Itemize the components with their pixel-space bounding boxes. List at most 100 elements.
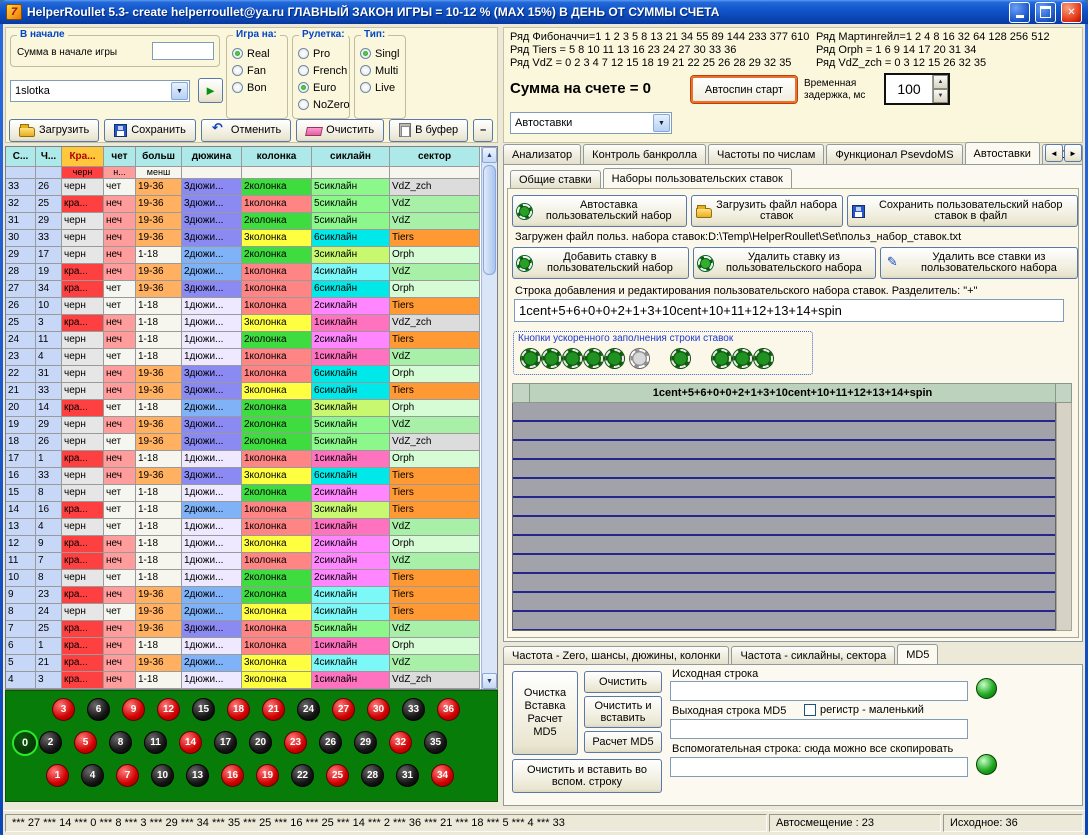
history-row[interactable]: 1929черннеч19-363дюжи...2колонка5сиклайн… bbox=[6, 417, 497, 434]
board-number-3[interactable]: 3 bbox=[52, 698, 75, 721]
clear-and-paste-button[interactable]: Очистить и вставить bbox=[584, 696, 662, 728]
list-row[interactable] bbox=[513, 555, 1055, 574]
history-row[interactable]: 2411черннеч1-181дюжи...2колонка2сиклайнT… bbox=[6, 332, 497, 349]
tab-Контроль банкролла[interactable]: Контроль банкролла bbox=[583, 144, 706, 164]
history-row[interactable]: 2819кра...неч19-362дюжи...1колонка4сикла… bbox=[6, 264, 497, 281]
board-number-22[interactable]: 22 bbox=[291, 764, 314, 787]
history-row[interactable]: 3129черннеч19-363дюжи...2колонка5сиклайн… bbox=[6, 213, 497, 230]
board-number-7[interactable]: 7 bbox=[116, 764, 139, 787]
history-row[interactable]: 158чернчет1-181дюжи...2колонка2сиклайнTi… bbox=[6, 485, 497, 502]
history-row[interactable]: 1416кра...чет1-182дюжи...1колонка3сиклай… bbox=[6, 502, 497, 519]
toolbar-button-undo[interactable]: Отменить bbox=[201, 119, 291, 142]
tab-Анализатор[interactable]: Анализатор bbox=[503, 144, 581, 164]
board-number-33[interactable]: 33 bbox=[402, 698, 425, 721]
history-row[interactable]: 3225кра...неч19-363дюжи...1колонка5сикла… bbox=[6, 196, 497, 213]
radio-option-live[interactable]: Live bbox=[355, 79, 405, 96]
toolbar-button-clipboard[interactable]: В буфер bbox=[389, 119, 468, 142]
history-row[interactable]: 117кра...неч1-181дюжи...1колонка2сиклайн… bbox=[6, 553, 497, 570]
button-open-folder[interactable]: Загрузить файл набора ставок bbox=[691, 195, 843, 227]
list-row[interactable] bbox=[513, 574, 1055, 593]
board-number-13[interactable]: 13 bbox=[186, 764, 209, 787]
collapse-button[interactable]: – bbox=[473, 119, 493, 142]
board-number-0[interactable]: 0 bbox=[12, 730, 38, 756]
board-number-25[interactable]: 25 bbox=[326, 764, 349, 787]
radio-option-euro[interactable]: Euro bbox=[293, 79, 349, 96]
list-row[interactable] bbox=[513, 441, 1055, 460]
radio-option-multi[interactable]: Multi bbox=[355, 62, 405, 79]
tab-scroll-right-button[interactable]: ► bbox=[1064, 144, 1082, 162]
green-orb-button[interactable] bbox=[976, 754, 997, 775]
table-scrollbar[interactable] bbox=[481, 147, 497, 689]
list-row[interactable] bbox=[513, 460, 1055, 479]
board-number-17[interactable]: 17 bbox=[214, 731, 237, 754]
list-row[interactable] bbox=[513, 422, 1055, 441]
board-number-21[interactable]: 21 bbox=[262, 698, 285, 721]
column-header-0[interactable]: С... bbox=[6, 147, 36, 167]
chevron-down-icon[interactable] bbox=[171, 82, 188, 100]
board-number-4[interactable]: 4 bbox=[81, 764, 104, 787]
autobets-combobox[interactable]: Автоставки bbox=[510, 112, 672, 134]
delay-input[interactable] bbox=[886, 75, 932, 103]
aux-string-input[interactable] bbox=[670, 757, 968, 777]
chip-button-7[interactable] bbox=[671, 349, 690, 368]
history-row[interactable]: 2014кра...чет1-182дюжи...2колонка3сиклай… bbox=[6, 400, 497, 417]
preset-combobox[interactable]: 1slotka bbox=[10, 80, 190, 102]
tab-Функционал PsevdoMS[interactable]: Функционал PsevdoMS bbox=[826, 144, 962, 164]
board-number-34[interactable]: 34 bbox=[431, 764, 454, 787]
list-scrollbar[interactable] bbox=[1056, 403, 1072, 631]
board-number-15[interactable]: 15 bbox=[192, 698, 215, 721]
board-number-16[interactable]: 16 bbox=[221, 764, 244, 787]
history-row[interactable]: 171кра...неч1-181дюжи...1колонка1сиклайн… bbox=[6, 451, 497, 468]
history-row[interactable]: 129кра...неч1-181дюжи...3колонка2сиклайн… bbox=[6, 536, 497, 553]
toolbar-button-floppy[interactable]: Сохранить bbox=[104, 119, 196, 142]
history-row[interactable]: 923кра...неч19-362дюжи...2колонка4сиклай… bbox=[6, 587, 497, 604]
board-number-10[interactable]: 10 bbox=[151, 764, 174, 787]
start-button[interactable] bbox=[198, 78, 223, 103]
tab-Общие ставки[interactable]: Общие ставки bbox=[510, 170, 601, 188]
radio-option-bon[interactable]: Bon bbox=[227, 79, 287, 96]
tab-Частота - Zero, шансы, дюжины, колонки[interactable]: Частота - Zero, шансы, дюжины, колонки bbox=[503, 646, 729, 664]
calc-md5-button[interactable]: Расчет MD5 bbox=[584, 731, 662, 753]
radio-option-fan[interactable]: Fan bbox=[227, 62, 287, 79]
board-number-11[interactable]: 11 bbox=[144, 731, 167, 754]
chip-button-9[interactable] bbox=[733, 349, 752, 368]
column-header-6[interactable]: колонка bbox=[242, 147, 312, 167]
history-row[interactable]: 521кра...неч19-362дюжи...3колонка4сиклай… bbox=[6, 655, 497, 672]
scroll-thumb[interactable] bbox=[483, 165, 496, 275]
history-row[interactable]: 234чернчет1-181дюжи...1колонка1сиклайнVd… bbox=[6, 349, 497, 366]
column-header-8[interactable]: сектор bbox=[390, 147, 480, 167]
history-row[interactable]: 3326чернчет19-363дюжи...2колонка5сиклайн… bbox=[6, 179, 497, 196]
scroll-up-icon[interactable] bbox=[482, 147, 497, 163]
history-row[interactable]: 1633черннеч19-363дюжи...3колонка6сиклайн… bbox=[6, 468, 497, 485]
output-md5-input[interactable] bbox=[670, 719, 968, 739]
radio-option-nozero[interactable]: NoZero bbox=[293, 96, 349, 113]
history-row[interactable]: 43кра...неч1-181дюжи...3колонка1сиклайнV… bbox=[6, 672, 497, 689]
list-row[interactable] bbox=[513, 498, 1055, 517]
tab-Частота - сиклайны, сектора[interactable]: Частота - сиклайны, сектора bbox=[731, 646, 895, 664]
list-row[interactable] bbox=[513, 612, 1055, 631]
list-row[interactable] bbox=[513, 403, 1055, 422]
board-number-8[interactable]: 8 bbox=[109, 731, 132, 754]
board-number-32[interactable]: 32 bbox=[389, 731, 412, 754]
history-row[interactable]: 2231черннеч19-363дюжи...1колонка6сиклайн… bbox=[6, 366, 497, 383]
board-number-20[interactable]: 20 bbox=[249, 731, 272, 754]
board-number-9[interactable]: 9 bbox=[122, 698, 145, 721]
board-number-30[interactable]: 30 bbox=[367, 698, 390, 721]
history-row[interactable]: 2610чернчет1-181дюжи...1колонка2сиклайнT… bbox=[6, 298, 497, 315]
board-number-31[interactable]: 31 bbox=[396, 764, 419, 787]
tab-Наборы пользовательских ставок[interactable]: Наборы пользовательских ставок bbox=[603, 168, 792, 188]
board-number-5[interactable]: 5 bbox=[74, 731, 97, 754]
clear-button[interactable]: Очистить bbox=[584, 671, 662, 693]
column-header-7[interactable]: сиклайн bbox=[312, 147, 390, 167]
board-number-23[interactable]: 23 bbox=[284, 731, 307, 754]
chip-button-3[interactable] bbox=[563, 349, 582, 368]
board-number-26[interactable]: 26 bbox=[319, 731, 342, 754]
history-row[interactable]: 108чернчет1-181дюжи...2колонка2сиклайнTi… bbox=[6, 570, 497, 587]
button-chip[interactable]: Автоставка пользовательский набор bbox=[512, 195, 687, 227]
chip-button-6[interactable] bbox=[630, 349, 649, 368]
chip-button-4[interactable] bbox=[584, 349, 603, 368]
list-row[interactable] bbox=[513, 479, 1055, 498]
history-row[interactable]: 134чернчет1-181дюжи...1колонка1сиклайнVd… bbox=[6, 519, 497, 536]
board-number-28[interactable]: 28 bbox=[361, 764, 384, 787]
history-row[interactable]: 2133черннеч19-363дюжи...3колонка6сиклайн… bbox=[6, 383, 497, 400]
